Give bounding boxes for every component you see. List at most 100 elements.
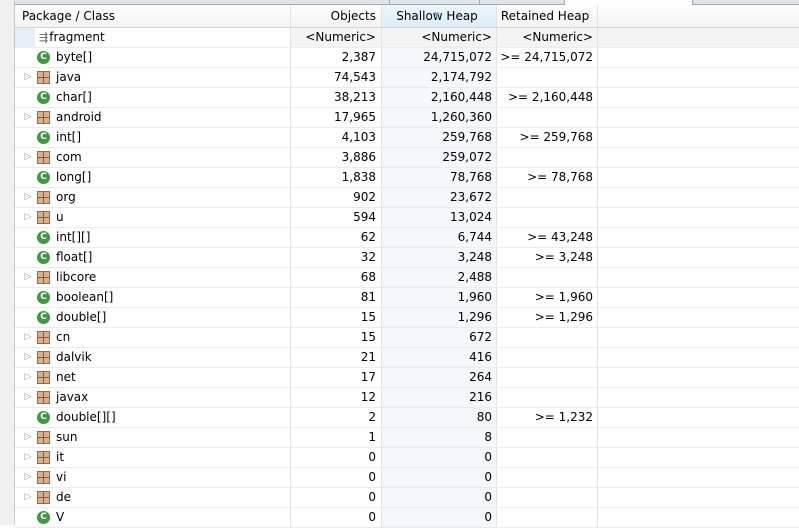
objects-cell: 4,103 — [291, 128, 382, 147]
retained-heap-cell — [497, 428, 598, 447]
expand-arrow-icon[interactable]: ▷ — [21, 488, 35, 507]
package-icon — [37, 211, 50, 224]
row-name: vi — [56, 470, 67, 484]
shallow-heap-cell: 8 — [382, 428, 497, 447]
filter-row: ⇶ fragment <Numeric> <Numeric> <Numeric> — [15, 28, 799, 48]
expand-arrow-icon[interactable]: ▷ — [21, 428, 35, 447]
table-row[interactable]: Cdouble[] 15 1,296 >= 1,296 — [15, 308, 799, 328]
expand-arrow-icon[interactable]: ▷ — [21, 108, 35, 127]
table-row[interactable]: ▷ de 0 0 — [15, 488, 799, 508]
objects-cell: 38,213 — [291, 88, 382, 107]
table-row[interactable]: ▷ com 3,886 259,072 — [15, 148, 799, 168]
table-row[interactable]: ▷ java 74,543 2,174,792 — [15, 68, 799, 88]
column-header-retained-heap[interactable]: Retained Heap — [497, 5, 598, 27]
objects-cell: 15 — [291, 328, 382, 347]
class-icon: C — [37, 171, 50, 184]
filter-objects-field[interactable]: <Numeric> — [291, 28, 382, 47]
column-header-objects[interactable]: Objects — [291, 5, 382, 27]
table-row[interactable]: Clong[] 1,838 78,768 >= 78,768 — [15, 168, 799, 188]
expand-arrow-icon[interactable]: ▷ — [21, 448, 35, 467]
objects-cell: 0 — [291, 488, 382, 507]
filter-name-value: fragment — [49, 30, 105, 44]
row-filler — [598, 508, 799, 527]
row-filler — [598, 408, 799, 427]
name-cell: ▷ cn — [15, 328, 291, 347]
column-header-shallow-heap[interactable]: ▼ Shallow Heap — [382, 5, 497, 27]
table-row[interactable]: ▷ u 594 13,024 — [15, 208, 799, 228]
expand-arrow-icon[interactable]: ▷ — [21, 348, 35, 367]
retained-heap-cell: >= 259,768 — [497, 128, 598, 147]
table-row[interactable]: Cfloat[] 32 3,248 >= 3,248 — [15, 248, 799, 268]
name-cell: ▷ de — [15, 488, 291, 507]
row-name: V — [56, 510, 65, 524]
shallow-heap-cell: 672 — [382, 328, 497, 347]
table-row[interactable]: Cboolean[] 81 1,960 >= 1,960 — [15, 288, 799, 308]
row-name: sun — [56, 430, 78, 444]
shallow-heap-cell: 416 — [382, 348, 497, 367]
expand-arrow-icon[interactable]: ▷ — [21, 468, 35, 487]
expand-arrow-icon[interactable]: ▷ — [21, 368, 35, 387]
shallow-heap-cell: 2,160,448 — [382, 88, 497, 107]
table-row[interactable]: ▷ cn 15 672 — [15, 328, 799, 348]
table-row[interactable]: Cdouble[][] 2 80 >= 1,232 — [15, 408, 799, 428]
table-row[interactable]: ▷ libcore 68 2,488 — [15, 268, 799, 288]
shallow-heap-cell: 78,768 — [382, 168, 497, 187]
row-name: java — [56, 70, 82, 84]
expand-arrow-icon[interactable]: ▷ — [21, 148, 35, 167]
table-row[interactable]: CV 0 0 — [15, 508, 799, 528]
objects-cell: 12 — [291, 388, 382, 407]
name-cell: ▷ com — [15, 148, 291, 167]
expand-arrow-icon[interactable]: ▷ — [21, 268, 35, 287]
objects-cell: 74,543 — [291, 68, 382, 87]
row-filler — [598, 468, 799, 487]
shallow-heap-cell: 2,174,792 — [382, 68, 497, 87]
name-cell: ▷ android — [15, 108, 291, 127]
retained-heap-cell: >= 24,715,072 — [497, 48, 598, 67]
row-name: long[] — [56, 170, 92, 184]
expand-arrow-icon[interactable]: ▷ — [21, 68, 35, 87]
table-row[interactable]: Cchar[] 38,213 2,160,448 >= 2,160,448 — [15, 88, 799, 108]
name-cell: ▷ libcore — [15, 268, 291, 287]
class-icon: C — [37, 291, 50, 304]
column-header-package-class[interactable]: Package / Class — [15, 5, 291, 27]
expand-arrow-icon[interactable]: ▷ — [21, 328, 35, 347]
name-cell: ▷ u — [15, 208, 291, 227]
row-name: it — [56, 450, 65, 464]
table-row[interactable]: ▷ dalvik 21 416 — [15, 348, 799, 368]
table-row[interactable]: Cbyte[] 2,387 24,715,072 >= 24,715,072 — [15, 48, 799, 68]
name-cell: ▷ javax — [15, 388, 291, 407]
name-cell: Cint[] — [15, 128, 291, 147]
table-row[interactable]: Cint[] 4,103 259,768 >= 259,768 — [15, 128, 799, 148]
table-row[interactable]: ▷ vi 0 0 — [15, 468, 799, 488]
table-row[interactable]: ▷ javax 12 216 — [15, 388, 799, 408]
table-row[interactable]: ▷ net 17 264 — [15, 368, 799, 388]
shallow-heap-cell: 6,744 — [382, 228, 497, 247]
row-filler — [598, 288, 799, 307]
table-row[interactable]: ▷ it 0 0 — [15, 448, 799, 468]
name-cell: ▷ dalvik — [15, 348, 291, 367]
row-name: javax — [56, 390, 89, 404]
filter-shallow-field[interactable]: <Numeric> — [382, 28, 497, 47]
retained-heap-cell: >= 2,160,448 — [497, 88, 598, 107]
filter-retained-field[interactable]: <Numeric> — [497, 28, 598, 47]
package-icon — [37, 391, 50, 404]
package-icon — [37, 111, 50, 124]
objects-cell: 62 — [291, 228, 382, 247]
name-cell: Cint[][] — [15, 228, 291, 247]
left-panel-edge — [0, 0, 15, 525]
expand-arrow-icon[interactable]: ▷ — [21, 208, 35, 227]
expand-arrow-icon[interactable]: ▷ — [21, 388, 35, 407]
expand-arrow-icon[interactable]: ▷ — [21, 188, 35, 207]
filter-name-field[interactable]: ⇶ fragment — [15, 28, 291, 47]
class-icon: C — [37, 411, 50, 424]
table-row[interactable]: ▷ android 17,965 1,260,360 — [15, 108, 799, 128]
table-row[interactable]: ▷ org 902 23,672 — [15, 188, 799, 208]
package-icon — [37, 331, 50, 344]
retained-heap-cell — [497, 148, 598, 167]
table-row[interactable]: ▷ sun 1 8 — [15, 428, 799, 448]
objects-cell: 0 — [291, 508, 382, 527]
objects-cell: 15 — [291, 308, 382, 327]
table-row[interactable]: Cint[][] 62 6,744 >= 43,248 — [15, 228, 799, 248]
objects-cell: 2,387 — [291, 48, 382, 67]
objects-cell: 32 — [291, 248, 382, 267]
